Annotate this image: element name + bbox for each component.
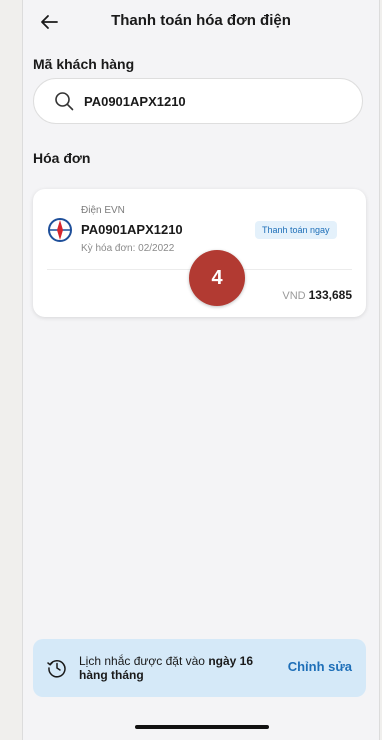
reminder-banner: Lịch nhắc được đặt vào ngày 16 hàng thán…	[33, 639, 366, 697]
evn-logo-icon	[48, 218, 72, 242]
clock-history-icon	[47, 660, 66, 678]
edit-reminder-button[interactable]: Chỉnh sửa	[288, 659, 352, 674]
reminder-text: Lịch nhắc được đặt vào ngày 16 hàng thán…	[79, 654, 269, 682]
bill-currency: VND	[282, 290, 306, 302]
customer-code-input[interactable]	[82, 92, 326, 110]
bill-amount-value: 133,685	[308, 288, 352, 302]
bills-section-label: Hóa đơn	[33, 150, 91, 166]
home-indicator[interactable]	[135, 725, 269, 729]
bill-code: PA0901APX1210	[81, 222, 183, 237]
reminder-text-prefix: Lịch nhắc được đặt vào	[79, 654, 205, 668]
page-title: Thanh toán hóa đơn điện	[111, 12, 291, 29]
customer-code-search[interactable]	[33, 78, 363, 124]
search-icon	[55, 92, 74, 111]
pay-now-button[interactable]: Thanh toán ngay	[255, 221, 337, 239]
bill-provider: Điện EVN	[81, 205, 125, 216]
phone-screen: Thanh toán hóa đơn điện Mã khách hàng Hó…	[22, 0, 380, 740]
bill-amount: VND 133,685	[282, 288, 352, 302]
customer-code-label: Mã khách hàng	[33, 56, 135, 72]
step-number-badge: 4	[189, 250, 245, 306]
bill-period: Kỳ hóa đơn: 02/2022	[81, 243, 175, 254]
header: Thanh toán hóa đơn điện	[23, 0, 379, 44]
